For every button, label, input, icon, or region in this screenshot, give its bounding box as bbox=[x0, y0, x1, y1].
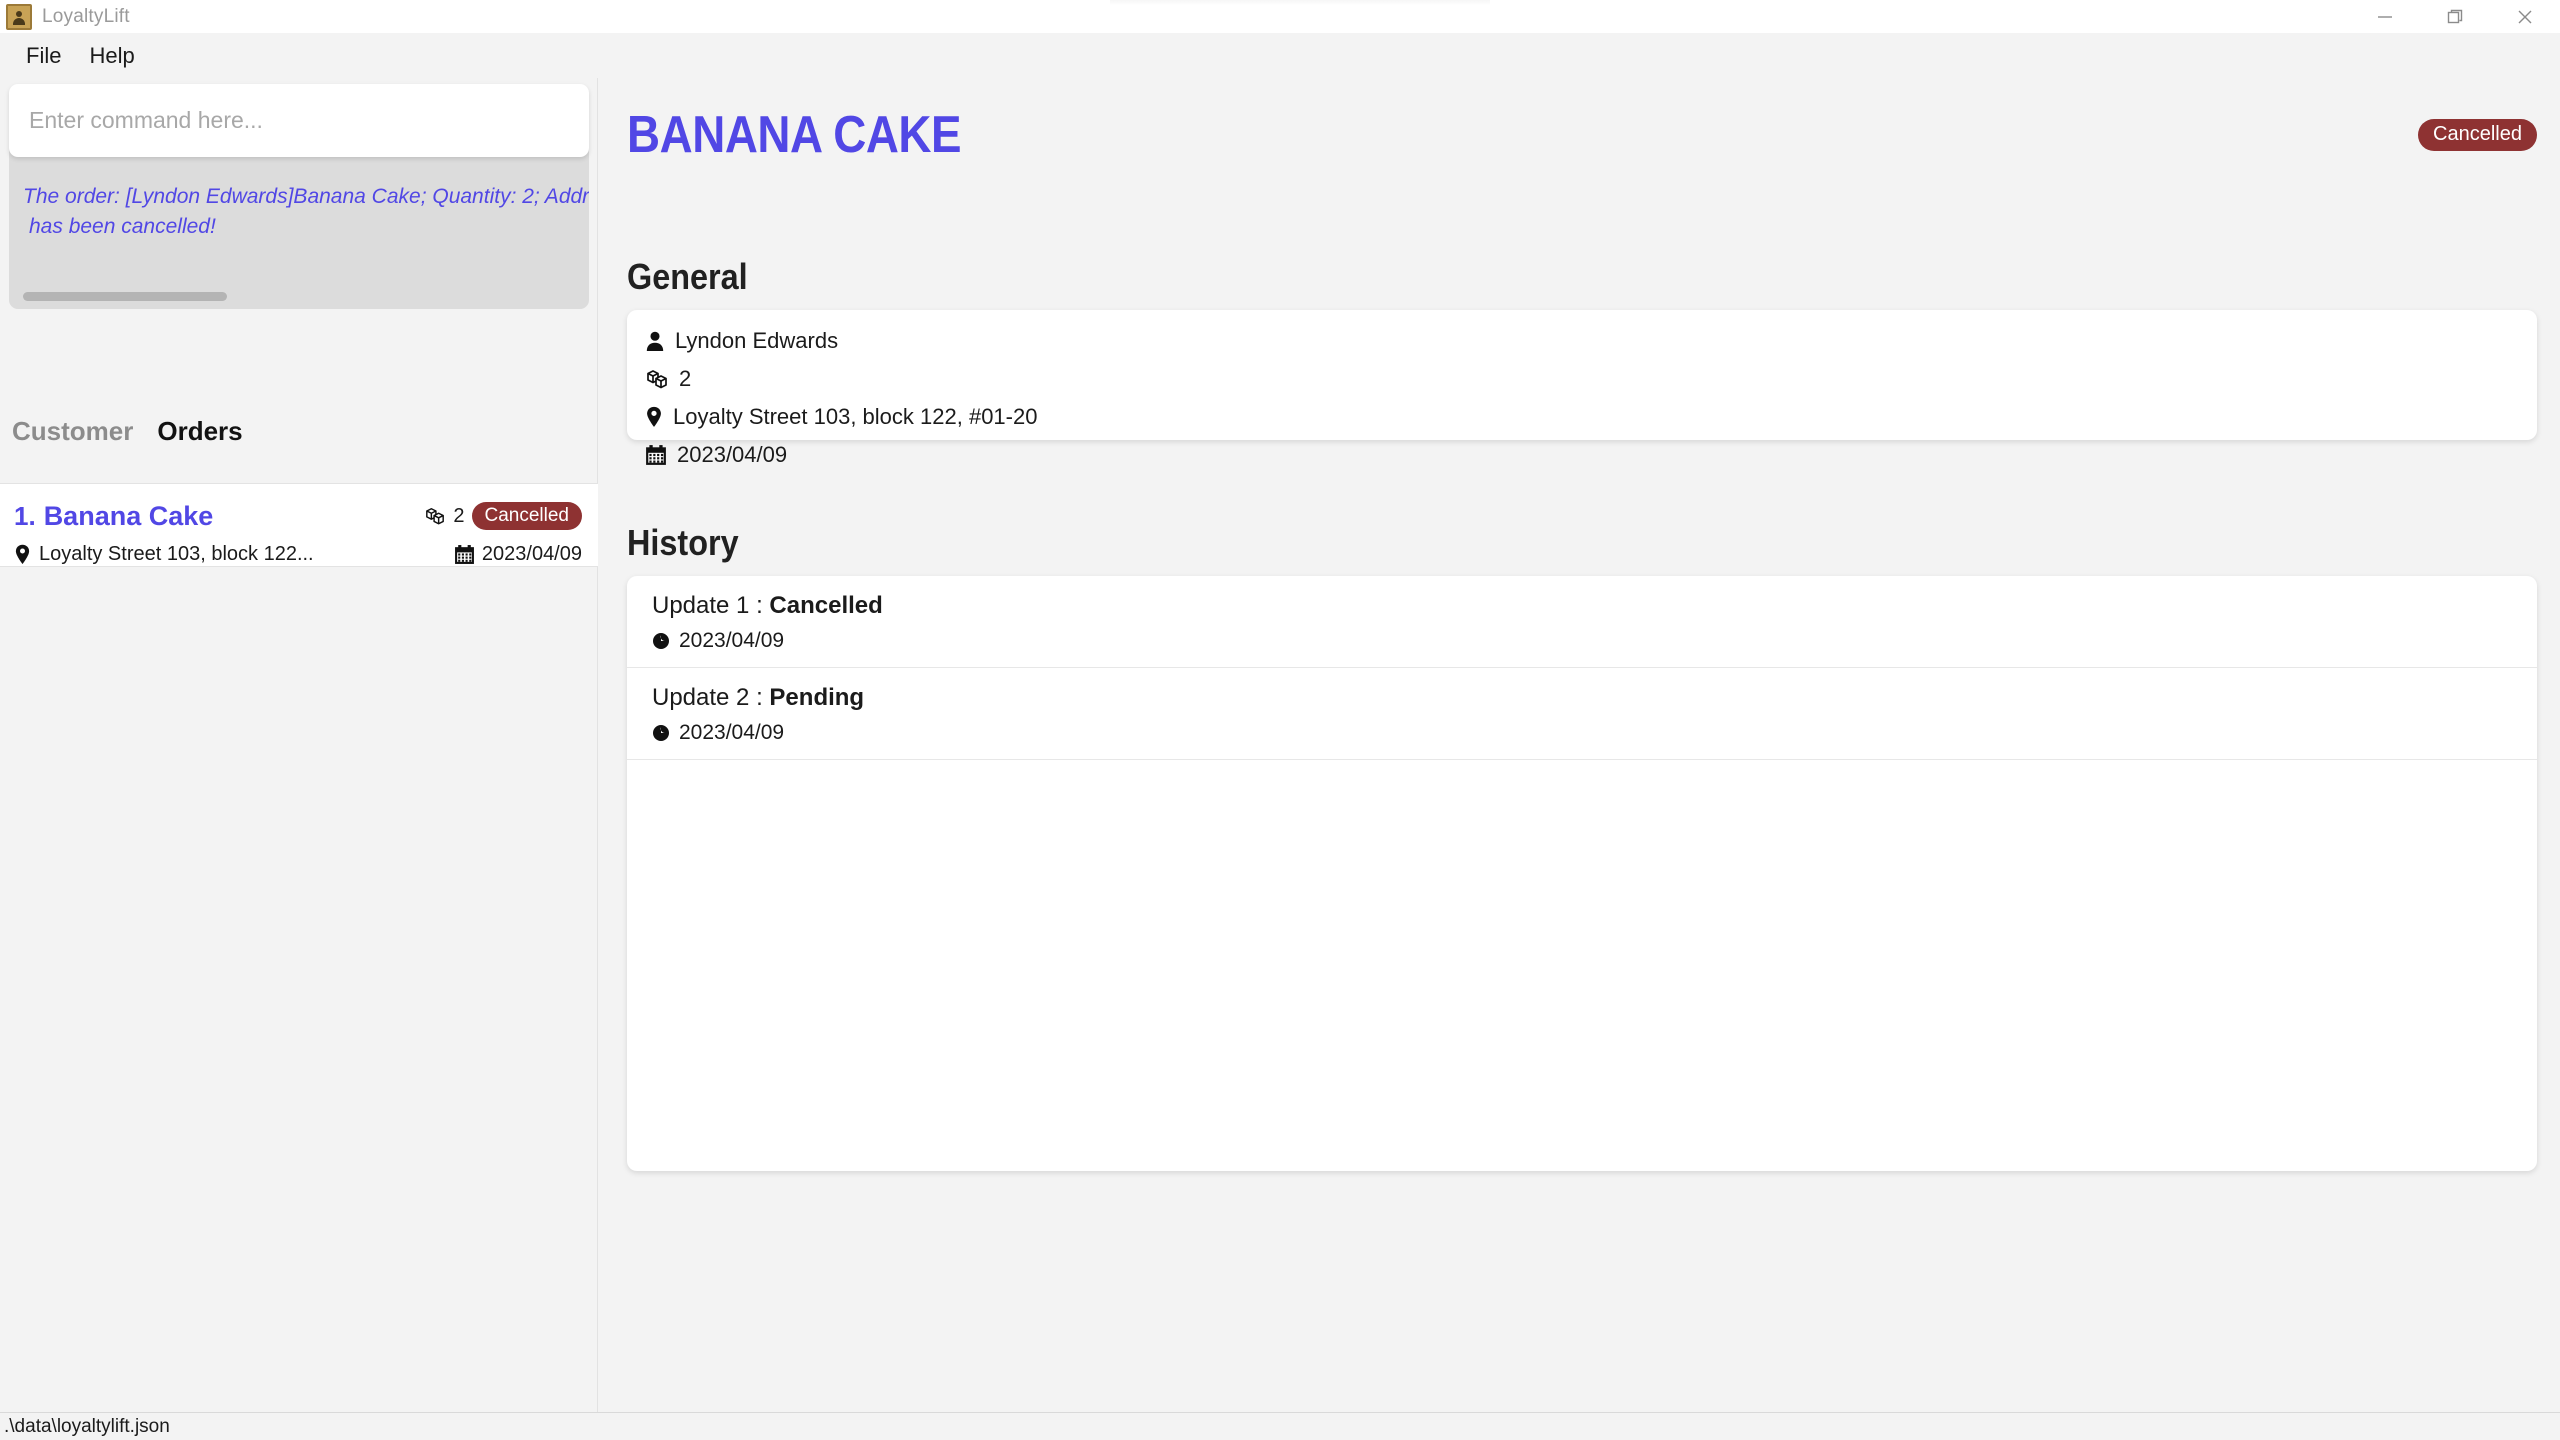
command-area: The order: [Lyndon Edwards]Banana Cake; … bbox=[9, 84, 589, 319]
general-quantity: 2 bbox=[679, 366, 692, 391]
general-customer: Lyndon Edwards bbox=[675, 328, 839, 353]
history-item-date: 2023/04/09 bbox=[679, 721, 785, 744]
history-item-label: Update 1 : bbox=[652, 592, 770, 619]
calendar-icon bbox=[645, 444, 667, 466]
order-address: Loyalty Street 103, block 122... bbox=[39, 543, 314, 565]
order-quantity: 2 bbox=[453, 504, 465, 527]
person-icon bbox=[645, 331, 665, 352]
menu-item-file[interactable]: File bbox=[12, 37, 75, 75]
command-result-text: The order: [Lyndon Edwards]Banana Cake; … bbox=[23, 182, 589, 242]
clock-icon bbox=[652, 632, 670, 650]
right-panel: BANANA CAKE Cancelled General Lyndon Edw… bbox=[599, 78, 2560, 1423]
close-icon[interactable] bbox=[2490, 0, 2560, 33]
order-card-row-primary: 1. Banana Cake 2 Cancelled bbox=[14, 498, 582, 534]
clock-icon bbox=[652, 724, 670, 742]
order-list: 1. Banana Cake 2 Cancelled Loyalty Stree… bbox=[0, 483, 598, 567]
main-content: The order: [Lyndon Edwards]Banana Cake; … bbox=[0, 78, 2560, 1423]
title-bar: LoyaltyLift bbox=[0, 0, 2560, 33]
menu-bar: File Help bbox=[0, 33, 2560, 78]
order-card-right-group: 2 Cancelled bbox=[424, 502, 582, 530]
page-title: BANANA CAKE bbox=[627, 106, 962, 164]
section-title-general: General bbox=[627, 256, 748, 297]
boxes-icon bbox=[424, 506, 446, 526]
location-pin-icon bbox=[645, 406, 663, 428]
general-row-customer: Lyndon Edwards bbox=[645, 322, 2537, 360]
order-date: 2023/04/09 bbox=[481, 543, 582, 565]
result-horizontal-scrollbar[interactable] bbox=[23, 292, 575, 301]
titlebar-shadow bbox=[1110, 0, 1490, 5]
history-item: Update 1 : Cancelled 2023/04/09 bbox=[627, 576, 2537, 668]
status-bar: .\data\loyaltylift.json bbox=[0, 1412, 2560, 1440]
result-line-1: The order: [Lyndon Edwards]Banana Cake; … bbox=[23, 185, 589, 208]
history-item-date-row: 2023/04/09 bbox=[652, 721, 2537, 745]
result-line-2: has been cancelled! bbox=[29, 214, 216, 238]
calendar-icon bbox=[454, 544, 475, 565]
person-card-icon bbox=[6, 3, 32, 30]
order-name: Banana Cake bbox=[43, 500, 214, 531]
history-item-date-row: 2023/04/09 bbox=[652, 629, 2537, 653]
history-item-label: Update 2 : bbox=[652, 684, 770, 711]
general-card: Lyndon Edwards 2 Loyalty Street 103, blo… bbox=[627, 310, 2537, 467]
menu-item-help[interactable]: Help bbox=[75, 37, 148, 75]
app-title: LoyaltyLift bbox=[42, 5, 130, 27]
general-row-quantity: 2 bbox=[645, 360, 2537, 398]
list-item[interactable]: 1. Banana Cake 2 Cancelled Loyalty Stree… bbox=[0, 483, 598, 567]
left-panel: The order: [Lyndon Edwards]Banana Cake; … bbox=[0, 78, 598, 1423]
history-item-status: Pending bbox=[769, 684, 865, 711]
command-input[interactable] bbox=[9, 84, 589, 157]
window-controls bbox=[2350, 0, 2560, 33]
left-panel-tabs: Customer Orders bbox=[0, 416, 598, 447]
order-date-group: 2023/04/09 bbox=[454, 543, 582, 566]
restore-icon[interactable] bbox=[2420, 0, 2490, 33]
general-row-address: Loyalty Street 103, block 122, #01-20 bbox=[645, 398, 2537, 436]
general-address: Loyalty Street 103, block 122, #01-20 bbox=[673, 404, 1038, 429]
history-item-title: Update 1 : Cancelled bbox=[652, 592, 2537, 620]
location-pin-icon bbox=[14, 544, 31, 565]
general-row-date: 2023/04/09 bbox=[645, 436, 2537, 474]
order-index: 1. bbox=[14, 500, 36, 531]
tab-orders[interactable]: Orders bbox=[157, 416, 242, 447]
history-item-title: Update 2 : Pending bbox=[652, 684, 2537, 712]
tab-customer[interactable]: Customer bbox=[12, 416, 133, 447]
history-item-status: Cancelled bbox=[769, 592, 883, 619]
history-item: Update 2 : Pending 2023/04/09 bbox=[627, 668, 2537, 760]
general-date: 2023/04/09 bbox=[677, 442, 788, 467]
detail-header: BANANA CAKE Cancelled bbox=[627, 96, 2537, 174]
detail-status-badge: Cancelled bbox=[2418, 119, 2537, 151]
minimize-icon[interactable] bbox=[2350, 0, 2420, 33]
command-result-box: The order: [Lyndon Edwards]Banana Cake; … bbox=[9, 144, 589, 309]
status-bar-path: .\data\loyaltylift.json bbox=[4, 1415, 170, 1437]
result-scrollbar-thumb[interactable] bbox=[23, 292, 227, 301]
status-badge: Cancelled bbox=[471, 502, 582, 530]
order-card-row-secondary: Loyalty Street 103, block 122... 2023/04… bbox=[14, 543, 582, 566]
history-card: Update 1 : Cancelled 2023/04/09 Update 2… bbox=[627, 576, 2537, 1171]
boxes-icon bbox=[645, 368, 669, 390]
history-item-date: 2023/04/09 bbox=[679, 629, 785, 652]
section-title-history: History bbox=[627, 522, 739, 563]
